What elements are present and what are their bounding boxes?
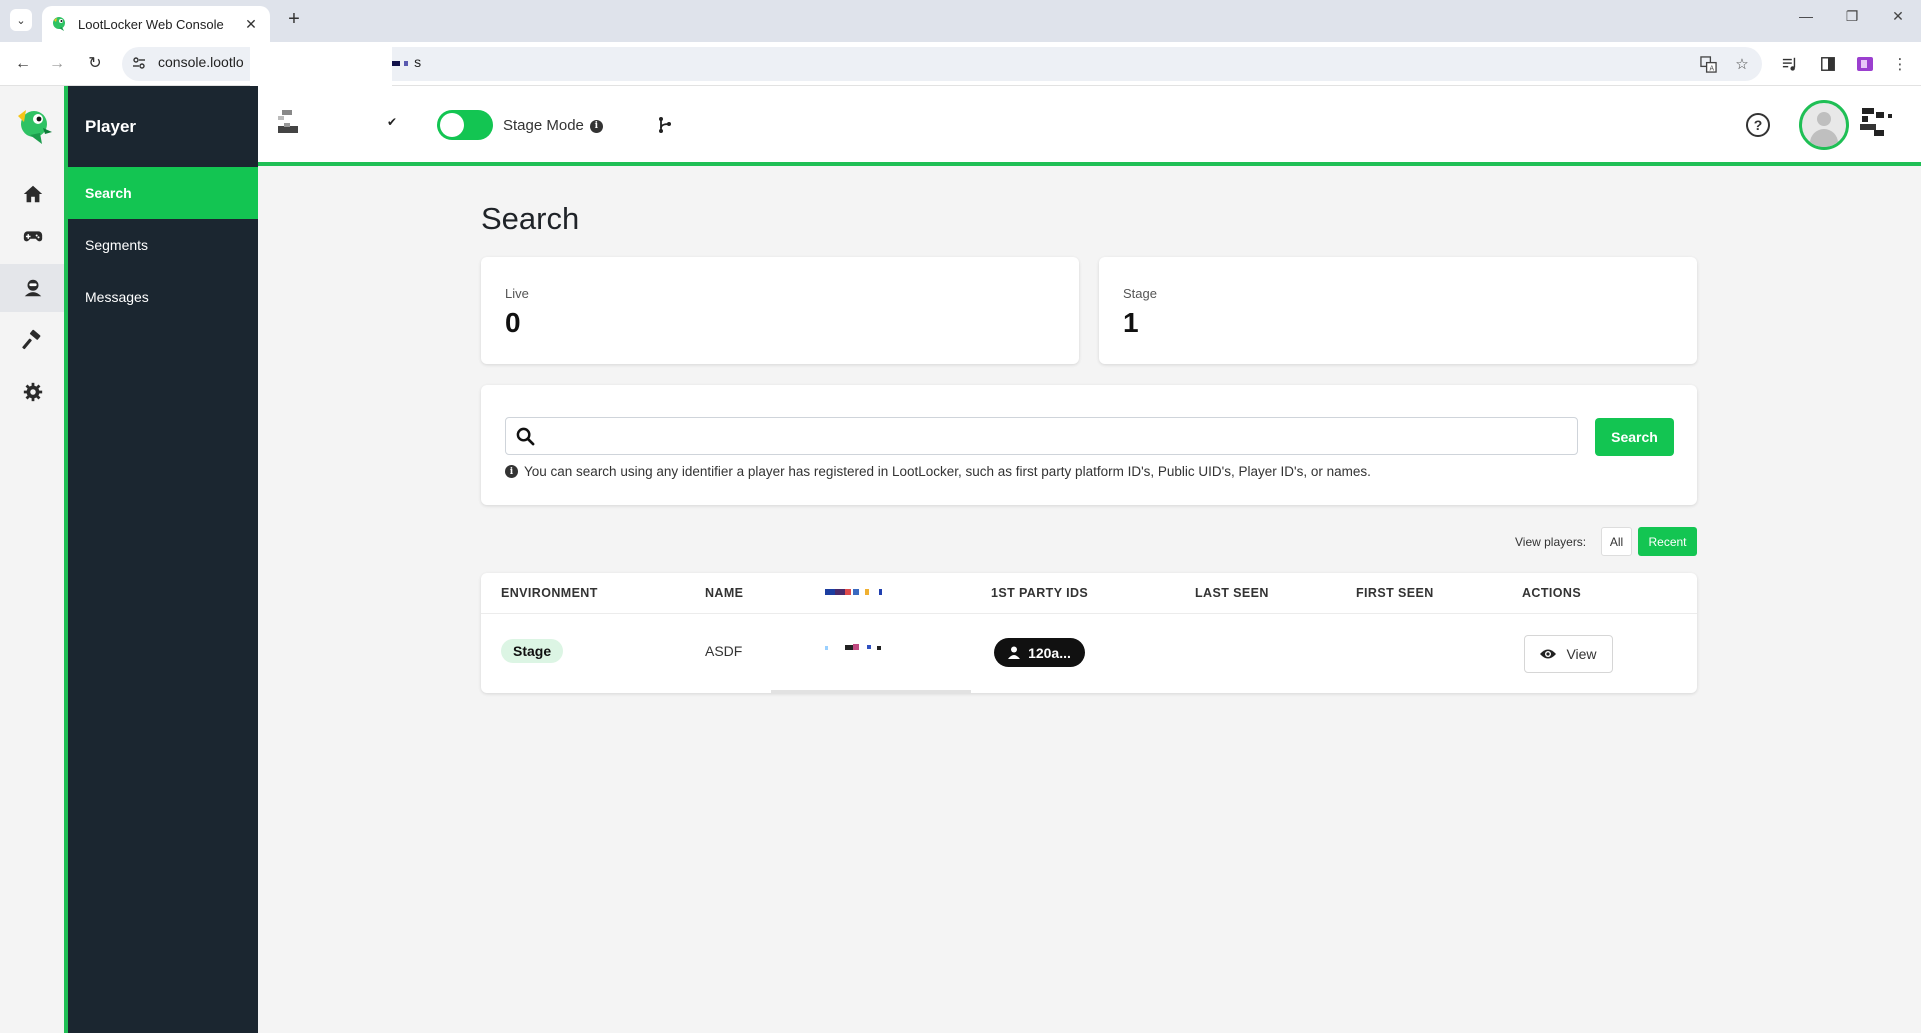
rail-players[interactable]	[0, 264, 66, 312]
column-header-first-seen: FIRST SEEN	[1356, 586, 1434, 600]
players-table: ENVIRONMENT NAME 1ST PARTY IDS LAST SEEN…	[481, 573, 1697, 693]
browser-menu-icon[interactable]: ⋮	[1890, 54, 1910, 74]
toggle-knob	[440, 113, 464, 137]
search-field[interactable]	[505, 417, 1578, 455]
svg-text:A: A	[1709, 64, 1714, 72]
tab-close-icon[interactable]: ✕	[242, 16, 260, 33]
app-root: Player Search Segments Messages	[0, 86, 1921, 1033]
user-icon	[1008, 646, 1021, 659]
environment-badge: Stage	[501, 639, 564, 663]
search-hint-text: You can search using any identifier a pl…	[524, 464, 1371, 479]
stage-mode-toggle[interactable]	[437, 110, 493, 140]
url-redaction	[250, 42, 392, 86]
gear-icon	[23, 382, 43, 402]
stat-label: Stage	[1123, 286, 1157, 301]
bookmark-star-icon[interactable]: ☆	[1732, 54, 1752, 74]
stat-card-stage: Stage 1	[1099, 257, 1697, 364]
stat-value: 0	[505, 307, 521, 338]
view-player-button[interactable]: View	[1524, 635, 1613, 673]
avatar-body	[1810, 129, 1838, 147]
view-players-label: View players:	[1515, 535, 1587, 549]
forward-button[interactable]: →	[44, 52, 70, 76]
browser-tab-strip: ⌄ LootLocker Web Console ✕ + — ❐ ✕	[0, 0, 1921, 42]
reload-button[interactable]: ↻	[82, 52, 108, 76]
search-hint: i You can search using any identifier a …	[505, 464, 1371, 479]
info-icon: i	[505, 465, 518, 478]
url-host: console.lootlo	[158, 54, 244, 70]
side-panel-icon[interactable]	[1818, 54, 1838, 74]
avatar[interactable]	[1799, 100, 1849, 150]
subnav-heading: Player	[85, 117, 137, 136]
stat-value: 1	[1123, 307, 1139, 338]
hammer-icon	[22, 329, 41, 350]
close-window-button[interactable]: ✕	[1878, 8, 1918, 25]
first-party-id-text: 120a...	[1028, 644, 1071, 661]
rail-home[interactable]	[0, 170, 66, 218]
media-controls-icon[interactable]	[1780, 54, 1800, 74]
stage-mode-text: Stage Mode	[503, 117, 584, 134]
lootlocker-favicon-icon	[53, 17, 65, 31]
lootlocker-logo[interactable]	[12, 104, 54, 146]
gamepad-icon	[23, 231, 43, 242]
search-icon	[516, 427, 535, 446]
redacted-column	[771, 573, 971, 693]
column-header-environment: ENVIRONMENT	[501, 586, 598, 600]
view-players-all-button[interactable]: All	[1601, 527, 1632, 556]
account-menu[interactable]	[1860, 108, 1898, 142]
view-button-label: View	[1566, 646, 1597, 662]
subnav-item-search[interactable]: Search	[68, 167, 258, 219]
stage-mode-label: Stage Mode i	[503, 117, 603, 134]
subnav-item-segments[interactable]: Segments	[68, 219, 258, 271]
first-party-id-pill[interactable]: 120a...	[994, 638, 1085, 667]
extension-icon[interactable]	[1855, 54, 1875, 74]
page-title: Search	[481, 201, 580, 236]
rail-tools[interactable]	[0, 316, 66, 364]
avatar-head	[1817, 112, 1831, 126]
subnav-item-messages[interactable]: Messages	[68, 271, 258, 323]
eye-icon	[1540, 649, 1557, 659]
translate-icon[interactable]: A	[1698, 54, 1718, 74]
url-tail: s	[414, 54, 422, 70]
search-card: Search i You can search using any identi…	[481, 385, 1697, 505]
stat-label: Live	[505, 286, 529, 301]
rail-games[interactable]	[0, 212, 66, 260]
branch-icon[interactable]	[657, 116, 673, 134]
minimize-button[interactable]: —	[1786, 8, 1826, 24]
header-divider	[481, 613, 1697, 614]
column-header-name: NAME	[705, 586, 744, 600]
home-icon	[23, 185, 43, 203]
column-header-actions: ACTIONS	[1522, 586, 1582, 600]
column-header-first-party-ids: 1ST PARTY IDS	[991, 586, 1089, 600]
site-settings-icon[interactable]	[132, 56, 146, 70]
browser-tab[interactable]: LootLocker Web Console ✕	[42, 6, 270, 42]
new-tab-button[interactable]: +	[282, 8, 306, 31]
column-header-last-seen: LAST SEEN	[1195, 586, 1269, 600]
tab-title: LootLocker Web Console	[78, 16, 224, 32]
stat-card-live: Live 0	[481, 257, 1079, 364]
view-players-recent-button[interactable]: Recent	[1638, 527, 1697, 556]
player-name: ASDF	[705, 643, 743, 659]
search-button[interactable]: Search	[1595, 418, 1674, 456]
stage-mode-info-icon[interactable]: i	[589, 119, 603, 133]
restore-button[interactable]: ❐	[1832, 8, 1872, 25]
search-input[interactable]	[546, 418, 1566, 454]
player-icon	[24, 279, 42, 297]
icon-rail	[0, 86, 66, 1033]
help-icon[interactable]: ?	[1746, 113, 1770, 137]
game-selector-chevron-icon[interactable]: ✔	[387, 115, 397, 129]
back-button[interactable]: ←	[10, 52, 36, 76]
rail-settings[interactable]	[0, 368, 66, 416]
tab-search-chevron-icon[interactable]: ⌄	[10, 9, 32, 31]
player-subnav: Player Search Segments Messages	[68, 86, 258, 1033]
